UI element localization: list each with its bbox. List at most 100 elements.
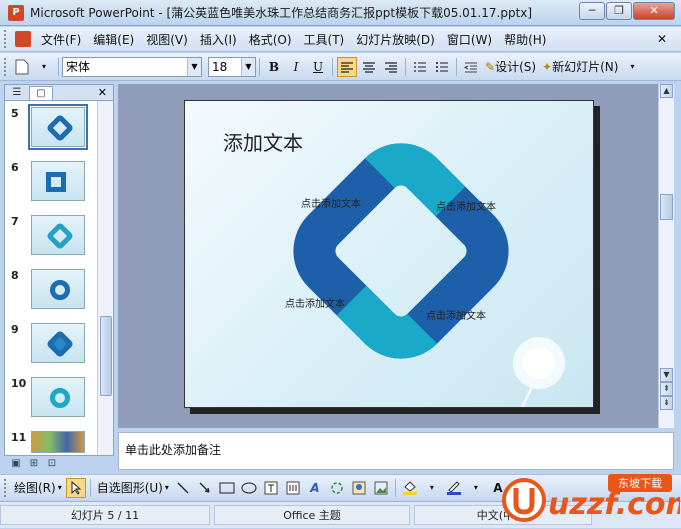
thumbnail-item[interactable]: 8 <box>11 269 85 309</box>
slides-panel: ☰ ▢ ✕ 5 6 7 8 9 10 11 <box>4 84 114 456</box>
scrollbar-thumb[interactable] <box>100 316 112 396</box>
chevron-down-icon[interactable]: ▾ <box>466 478 486 498</box>
slide-thumbnail[interactable] <box>31 269 85 309</box>
close-button[interactable]: ✕ <box>633 2 675 20</box>
decrease-indent-icon[interactable] <box>461 57 481 77</box>
menu-file[interactable]: 文件(F) <box>35 29 87 50</box>
slides-tab-icon[interactable]: ▢ <box>29 85 53 100</box>
draw-menu-button[interactable]: 绘图(R) ▾ <box>12 478 64 498</box>
menu-view[interactable]: 视图(V) <box>140 29 194 50</box>
slide-thumbnail[interactable] <box>28 104 88 150</box>
placeholder-text[interactable]: 点击添加文本 <box>436 198 496 213</box>
oval-tool-icon[interactable] <box>239 478 259 498</box>
slideshow-view-icon[interactable]: ⊡ <box>44 457 60 471</box>
notes-pane[interactable]: 单击此处添加备注 <box>118 432 674 470</box>
arrow-tool-icon[interactable] <box>195 478 215 498</box>
numbering-icon[interactable] <box>410 57 430 77</box>
menu-insert[interactable]: 插入(I) <box>194 29 243 50</box>
thumbnail-item[interactable]: 7 <box>11 215 85 255</box>
bold-button[interactable]: B <box>264 57 284 77</box>
slide-canvas[interactable]: 添加文本 点击添加文本 点击添加文本 点击添加文本 点击添加文本 <box>184 100 594 408</box>
autoshapes-menu-button[interactable]: 自选图形(U) ▾ <box>95 478 171 498</box>
thumbnail-number: 10 <box>11 377 27 390</box>
thumbnail-item[interactable]: 6 <box>11 161 85 201</box>
document-icon[interactable] <box>15 31 31 47</box>
panel-scrollbar[interactable] <box>97 101 113 455</box>
minimize-button[interactable]: ─ <box>579 2 605 20</box>
powerpoint-app-icon[interactable]: P <box>8 4 24 21</box>
design-button[interactable]: ✎ 设计(S) <box>483 57 538 77</box>
vertical-textbox-icon[interactable] <box>283 478 303 498</box>
menu-format[interactable]: 格式(O) <box>243 29 298 50</box>
fill-color-icon[interactable] <box>400 478 420 498</box>
wordart-icon[interactable]: A <box>305 478 325 498</box>
toolbar-options-icon[interactable]: ▾ <box>34 57 54 77</box>
scrollbar-thumb[interactable] <box>660 194 673 220</box>
align-left-icon[interactable] <box>337 56 357 77</box>
line-tool-icon[interactable] <box>173 478 193 498</box>
textbox-tool-icon[interactable] <box>261 478 281 498</box>
design-icon: ✎ <box>485 59 496 74</box>
align-center-icon[interactable] <box>359 57 379 77</box>
chevron-down-icon: ▾ <box>57 483 62 492</box>
rectangle-tool-icon[interactable] <box>217 478 237 498</box>
editor-scrollbar[interactable]: ▲ ▼ ⇞ ⇟ <box>658 84 674 428</box>
line-color-icon[interactable] <box>444 478 464 498</box>
toolbar-options-icon[interactable]: ▾ <box>622 57 642 77</box>
thumbnail-graphic <box>45 113 75 143</box>
toolbar-grip[interactable] <box>4 30 7 48</box>
font-name-select[interactable]: 宋体 ▼ <box>62 56 202 77</box>
normal-view-icon[interactable]: ▣ <box>8 457 24 471</box>
draw-label: 绘图(R) <box>14 481 56 495</box>
select-pointer-icon[interactable] <box>65 477 86 498</box>
slide-thumbnail[interactable] <box>31 377 85 417</box>
title-bar: P Microsoft PowerPoint - [蒲公英蓝色唯美水珠工作总结商… <box>0 0 681 26</box>
slide-position-status: 幻灯片 5 / 11 <box>0 505 210 525</box>
scroll-down-icon[interactable]: ▼ <box>660 368 673 382</box>
italic-button[interactable]: I <box>286 57 306 77</box>
slide-thumbnail[interactable] <box>31 215 85 255</box>
menu-edit[interactable]: 编辑(E) <box>87 29 140 50</box>
separator <box>394 478 396 497</box>
thumbnail-item[interactable]: 5 <box>11 104 88 150</box>
slide-sorter-icon[interactable]: ⊞ <box>26 457 42 471</box>
notes-placeholder[interactable]: 单击此处添加备注 <box>125 441 221 458</box>
menu-slideshow[interactable]: 幻灯片放映(D) <box>350 29 441 50</box>
previous-slide-icon[interactable]: ⇞ <box>660 382 673 396</box>
slide-thumbnail[interactable] <box>31 431 85 453</box>
menu-help[interactable]: 帮助(H) <box>498 29 552 50</box>
insert-picture-icon[interactable] <box>371 478 391 498</box>
font-size-value: 18 <box>212 59 228 74</box>
menu-tools[interactable]: 工具(T) <box>298 29 351 50</box>
next-slide-icon[interactable]: ⇟ <box>660 396 673 410</box>
placeholder-text[interactable]: 点击添加文本 <box>301 195 361 210</box>
slide-thumbnail[interactable] <box>31 161 85 201</box>
panel-tabs: ☰ ▢ ✕ <box>5 85 113 101</box>
clipart-icon[interactable] <box>349 478 369 498</box>
close-document-icon[interactable]: ✕ <box>651 30 673 48</box>
scroll-up-icon[interactable]: ▲ <box>660 84 673 98</box>
underline-button[interactable]: U <box>308 57 328 77</box>
new-document-icon[interactable] <box>12 57 32 77</box>
chevron-down-icon[interactable]: ▼ <box>187 57 201 76</box>
bullets-icon[interactable] <box>432 57 452 77</box>
outline-tab-icon[interactable]: ☰ <box>5 86 29 100</box>
chevron-down-icon[interactable]: ▼ <box>241 57 255 76</box>
new-slide-button[interactable]: ✦ 新幻灯片(N) <box>540 57 620 77</box>
menu-window[interactable]: 窗口(W) <box>441 29 498 50</box>
toolbar-grip[interactable] <box>4 57 7 76</box>
slide-thumbnail[interactable] <box>31 323 85 363</box>
close-panel-icon[interactable]: ✕ <box>98 86 107 99</box>
align-right-icon[interactable] <box>381 57 401 77</box>
thumbnail-item[interactable]: 9 <box>11 323 85 363</box>
new-slide-label: 新幻灯片(N) <box>552 60 619 74</box>
thumbnail-item[interactable]: 11 <box>11 431 85 453</box>
diagram-icon[interactable] <box>327 478 347 498</box>
restore-button[interactable]: ❐ <box>606 2 632 20</box>
chevron-down-icon[interactable]: ▾ <box>422 478 442 498</box>
placeholder-text[interactable]: 点击添加文本 <box>285 295 345 310</box>
placeholder-text[interactable]: 点击添加文本 <box>426 307 486 322</box>
toolbar-grip[interactable] <box>4 478 7 497</box>
thumbnail-item[interactable]: 10 <box>11 377 85 417</box>
font-size-select[interactable]: 18 ▼ <box>208 56 256 77</box>
